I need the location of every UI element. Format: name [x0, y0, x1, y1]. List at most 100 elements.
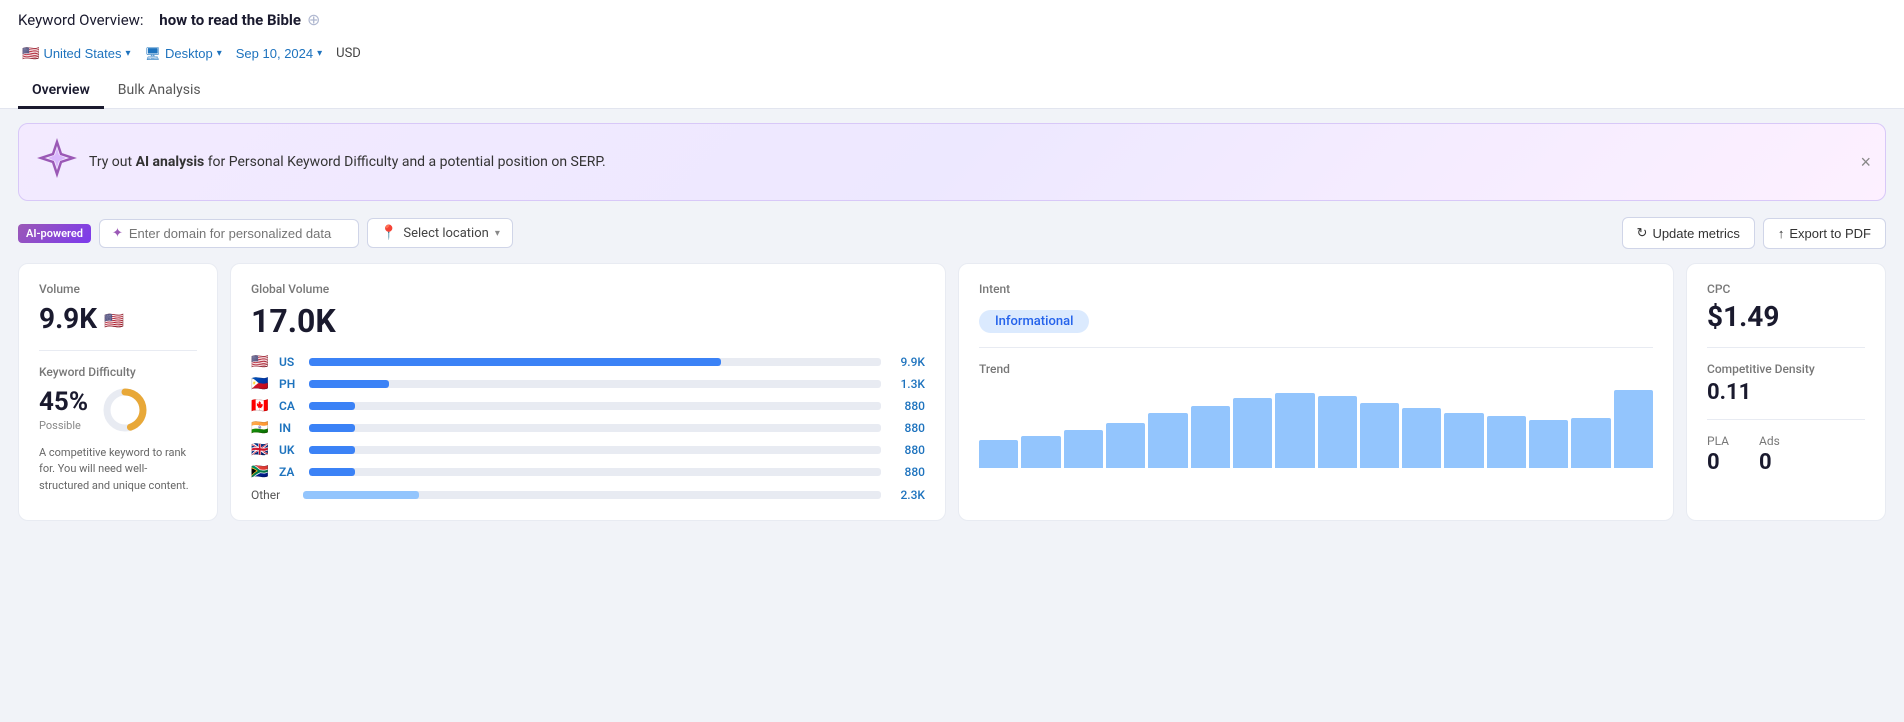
flag-us: 🇺🇸 [251, 354, 271, 370]
donut-chart [100, 385, 150, 435]
trend-label: Trend [979, 362, 1653, 376]
donut-wrap: 45% Possible [39, 385, 197, 435]
trend-bar [1360, 403, 1399, 468]
trend-section: Trend [979, 347, 1653, 468]
flag-in: 🇮🇳 [251, 420, 271, 436]
ads-item: Ads 0 [1759, 434, 1780, 475]
trend-bar [979, 440, 1018, 468]
title-prefix: Keyword Overview: [18, 11, 144, 29]
add-keyword-icon[interactable]: ⊕ [307, 10, 320, 29]
pla-ads-row: PLA 0 Ads 0 [1707, 434, 1865, 475]
val-ca: 880 [889, 399, 925, 413]
other-row: Other 2.3K [251, 488, 925, 502]
bar-row-ca: 🇨🇦 CA 880 [251, 398, 925, 414]
difficulty-label: Keyword Difficulty [39, 365, 197, 379]
country-uk: UK [279, 443, 301, 457]
date-label: Sep 10, 2024 [236, 46, 313, 61]
country-ph: PH [279, 377, 301, 391]
country-us: US [279, 355, 301, 369]
val-uk: 880 [889, 443, 925, 457]
trend-bar [1275, 393, 1314, 468]
domain-input[interactable] [129, 226, 346, 241]
comp-density-value: 0.11 [1707, 380, 1865, 405]
filters-row: 🇺🇸 United States ▾ 🖥 Desktop ▾ Sep 10, 2… [18, 37, 1886, 74]
bar-row-ph: 🇵🇭 PH 1.3K [251, 376, 925, 392]
volume-value: 9.9K 🇺🇸 [39, 302, 197, 336]
trend-bar [1064, 430, 1103, 468]
trend-bar [1148, 413, 1187, 468]
trend-bar [1318, 396, 1357, 468]
global-volume-label: Global Volume [251, 282, 925, 296]
bar-row-in: 🇮🇳 IN 880 [251, 420, 925, 436]
val-in: 880 [889, 421, 925, 435]
flag-za: 🇿🇦 [251, 464, 271, 480]
device-filter[interactable]: 🖥 Desktop ▾ [141, 44, 226, 64]
trend-bar [1106, 423, 1145, 468]
difficulty-note: A competitive keyword to rank for. You w… [39, 445, 197, 495]
other-val: 2.3K [889, 488, 925, 502]
flag-ph: 🇵🇭 [251, 376, 271, 392]
refresh-icon: ↻ [1637, 225, 1648, 241]
ai-banner-close[interactable]: × [1860, 153, 1871, 171]
location-label: Select location [403, 226, 488, 241]
pla-label: PLA [1707, 434, 1729, 448]
trend-bar [1614, 390, 1653, 468]
bar-row-us: 🇺🇸 US 9.9K [251, 354, 925, 370]
trend-bar [1233, 398, 1272, 468]
global-volume-value: 17.0K [251, 302, 925, 340]
comp-density-label: Competitive Density [1707, 362, 1865, 376]
location-chevron-icon: ▾ [495, 228, 500, 239]
date-filter[interactable]: Sep 10, 2024 ▾ [232, 44, 326, 63]
bar-row-za: 🇿🇦 ZA 880 [251, 464, 925, 480]
val-ph: 1.3K [889, 377, 925, 391]
cards-grid: Volume 9.9K 🇺🇸 Keyword Difficulty 45% Po… [18, 263, 1886, 521]
trend-bar [1402, 408, 1441, 468]
intent-trend-card: Intent Informational Trend [958, 263, 1674, 521]
intent-section: Intent Informational [979, 282, 1653, 333]
device-icon: 🖥 [145, 46, 162, 62]
pla-value: 0 [1707, 450, 1729, 475]
val-us: 9.9K [889, 355, 925, 369]
trend-bar [1021, 436, 1060, 468]
ads-label: Ads [1759, 434, 1780, 448]
difficulty-value: 45% [39, 387, 88, 417]
device-label: Desktop [165, 46, 213, 61]
trend-bars [979, 388, 1653, 468]
export-pdf-button[interactable]: ↑ Export to PDF [1763, 218, 1886, 249]
update-metrics-button[interactable]: ↻ Update metrics [1622, 217, 1755, 249]
flag-uk: 🇬🇧 [251, 442, 271, 458]
country-za: ZA [279, 465, 301, 479]
country-chevron-icon: ▾ [125, 48, 130, 59]
volume-difficulty-card: Volume 9.9K 🇺🇸 Keyword Difficulty 45% Po… [18, 263, 218, 521]
other-label: Other [251, 488, 295, 502]
flag-ca: 🇨🇦 [251, 398, 271, 414]
location-select[interactable]: 📍 Select location ▾ [367, 218, 513, 248]
intent-label: Intent [979, 282, 1653, 296]
country-filter[interactable]: 🇺🇸 United States ▾ [18, 43, 135, 64]
bar-row-uk: 🇬🇧 UK 880 [251, 442, 925, 458]
volume-label: Volume [39, 282, 197, 296]
trend-bar [1529, 420, 1568, 468]
country-label: United States [43, 46, 121, 61]
pla-item: PLA 0 [1707, 434, 1729, 475]
volume-flag: 🇺🇸 [104, 311, 124, 330]
ads-value: 0 [1759, 450, 1780, 475]
difficulty-sublabel: Possible [39, 419, 88, 432]
ai-banner-text: Try out AI analysis for Personal Keyword… [89, 154, 606, 170]
domain-input-wrap[interactable]: ✦ [99, 219, 359, 248]
trend-bar [1444, 413, 1483, 468]
currency-label: USD [336, 46, 361, 61]
country-flag: 🇺🇸 [22, 45, 39, 62]
sparkle-icon: ✦ [112, 226, 123, 241]
location-icon: 📍 [380, 225, 397, 241]
cpc-metrics-card: CPC $1.49 Competitive Density 0.11 PLA 0… [1686, 263, 1886, 521]
tab-overview[interactable]: Overview [18, 74, 104, 109]
tabs-row: Overview Bulk Analysis [18, 74, 1886, 108]
device-chevron-icon: ▾ [217, 48, 222, 59]
global-volume-card: Global Volume 17.0K 🇺🇸 US 9.9K 🇵🇭 PH 1.3… [230, 263, 946, 521]
tab-bulk-analysis[interactable]: Bulk Analysis [104, 74, 215, 109]
title-keyword: how to read the Bible [159, 11, 301, 29]
country-ca: CA [279, 399, 301, 413]
ai-banner-icon [37, 138, 77, 186]
export-icon: ↑ [1778, 226, 1785, 241]
